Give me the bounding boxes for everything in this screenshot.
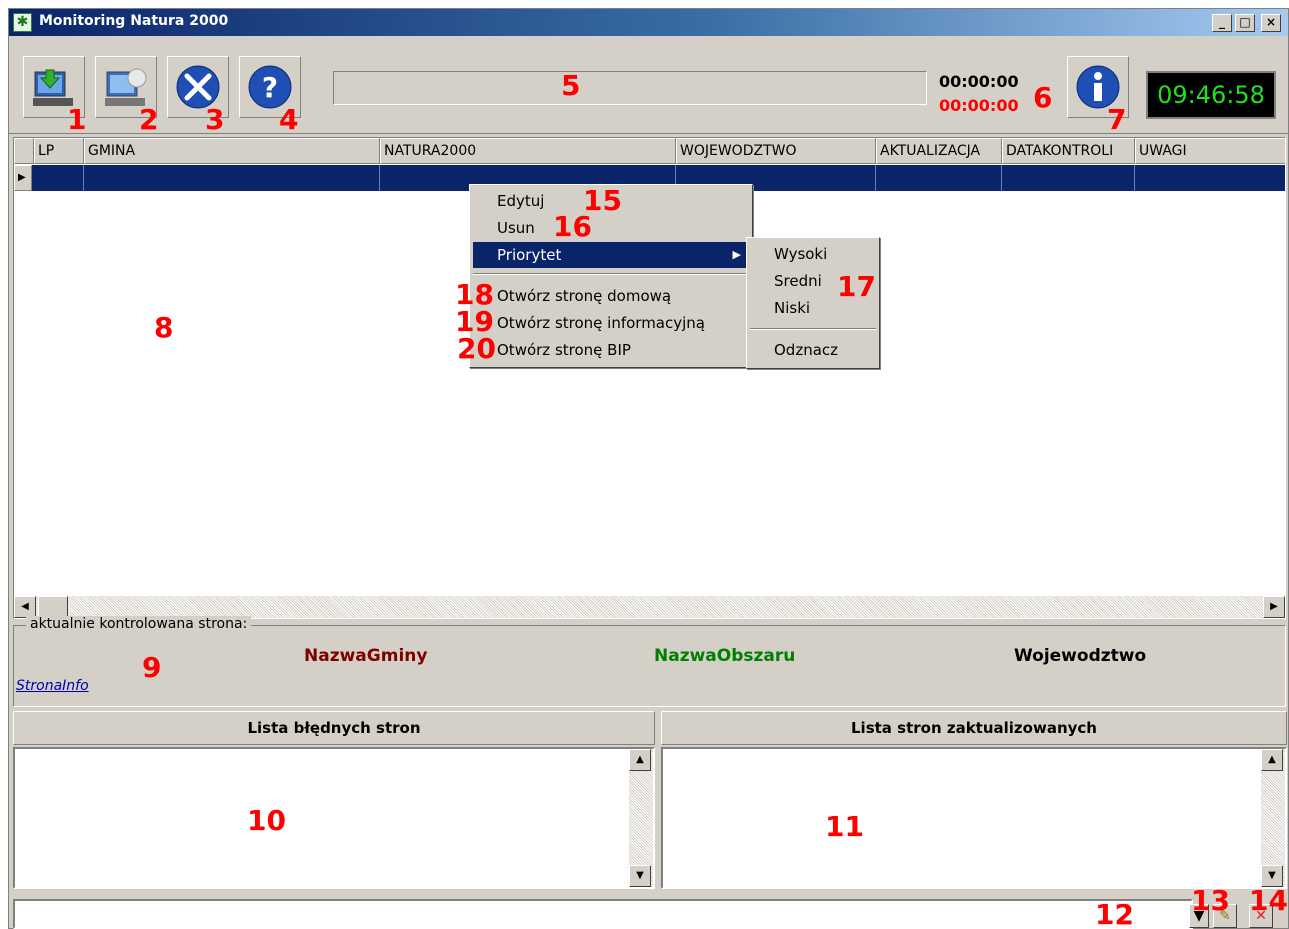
cell-lp[interactable]: [34, 165, 84, 191]
menu-item-open-info-page[interactable]: Otwórz stronę informacyjną: [473, 310, 749, 336]
menu-item-usun[interactable]: Usun: [473, 215, 749, 241]
marker-4: 4: [279, 103, 299, 136]
svg-text:?: ?: [262, 71, 278, 104]
column-header-gmina[interactable]: GMINA: [84, 138, 380, 164]
marker-17: 17: [837, 270, 876, 303]
marker-20: 20: [457, 332, 496, 365]
current-site-legend: aktualnie kontrolowana strona:: [26, 616, 252, 632]
wojewodztwo-name: Wojewodztwo: [1014, 646, 1147, 666]
scroll-right-button[interactable]: ▶: [1263, 596, 1285, 618]
marker-3: 3: [205, 103, 225, 136]
marker-11: 11: [825, 810, 864, 843]
marker-10: 10: [247, 804, 286, 837]
submenu-item-wysoki[interactable]: Wysoki: [750, 241, 876, 267]
status-input[interactable]: [13, 899, 1193, 929]
updated-list-scrollbar[interactable]: ▲ ▼: [1261, 749, 1285, 887]
row-indicator-arrow-icon: ▶: [18, 172, 26, 183]
marker-6: 6: [1033, 81, 1053, 114]
marker-12: 12: [1095, 898, 1134, 929]
status-bar: ▼ ✎ ✕ 12 13 14: [13, 887, 1288, 929]
maximize-button[interactable]: □: [1235, 14, 1255, 32]
timer-remaining: 00:00:00: [939, 96, 1019, 115]
marker-9: 9: [142, 651, 162, 684]
cell-gmina[interactable]: [84, 165, 380, 191]
progress-bar: [333, 71, 927, 105]
cell-uwagi[interactable]: [1135, 165, 1285, 191]
marker-1: 1: [67, 103, 87, 136]
main-window: ✱ Monitoring Natura 2000 _ □ × ? 00:00:0…: [8, 8, 1289, 929]
site-info-link[interactable]: StronaInfo: [16, 678, 89, 694]
scroll-left-button[interactable]: ◀: [14, 596, 36, 618]
errors-scroll-up-button[interactable]: ▲: [629, 749, 651, 771]
column-header-datakontroli[interactable]: DATAKONTROLI: [1002, 138, 1135, 164]
close-button[interactable]: ×: [1261, 14, 1281, 32]
clock-display: 09:46:58: [1146, 71, 1276, 119]
menu-item-priorytet-label: Priorytet: [497, 246, 562, 264]
column-header-lp[interactable]: LP: [34, 138, 84, 164]
menu-item-open-homepage[interactable]: Otwórz stronę domową: [473, 283, 749, 309]
submenu-separator: [750, 328, 876, 330]
submenu-item-odznacz[interactable]: Odznacz: [750, 337, 876, 363]
marker-14: 14: [1249, 884, 1288, 917]
cell-datakontroli[interactable]: [1002, 165, 1135, 191]
errors-list-scrollbar[interactable]: ▲ ▼: [629, 749, 653, 887]
title-bar[interactable]: ✱ Monitoring Natura 2000 _ □ ×: [9, 9, 1288, 36]
marker-5: 5: [561, 69, 581, 102]
column-header-natura2000[interactable]: NATURA2000: [380, 138, 676, 164]
toolbar: ? 00:00:00 00:00:00 09:46:58 1 2 3 4 5 6…: [9, 36, 1288, 134]
errors-list-header: Lista błędnych stron: [13, 711, 655, 745]
marker-8: 8: [154, 311, 174, 344]
obszar-name: NazwaObszaru: [654, 646, 796, 666]
column-header-uwagi[interactable]: UWAGI: [1135, 138, 1285, 164]
marker-13: 13: [1191, 884, 1230, 917]
timer-elapsed: 00:00:00: [939, 72, 1019, 91]
grid-header-indicator: [14, 138, 34, 164]
scroll-thumb[interactable]: [38, 596, 68, 618]
grid-header: LP GMINA NATURA2000 WOJEWODZTWO AKTUALIZ…: [14, 138, 1285, 164]
updated-list[interactable]: ▲ ▼ 11: [661, 747, 1287, 889]
priority-submenu[interactable]: Wysoki Sredni Niski Odznacz: [746, 237, 880, 369]
errors-scroll-down-button[interactable]: ▼: [629, 865, 651, 887]
marker-7: 7: [1107, 103, 1127, 136]
updated-list-header: Lista stron zaktualizowanych: [661, 711, 1287, 745]
menu-item-priorytet[interactable]: Priorytet ▶: [473, 242, 749, 268]
column-header-wojewodztwo[interactable]: WOJEWODZTWO: [676, 138, 876, 164]
marker-16: 16: [553, 210, 592, 243]
horizontal-scrollbar[interactable]: ◀ ▶: [14, 596, 1285, 618]
row-indicator: ▶: [14, 165, 32, 191]
column-header-aktualizacja[interactable]: AKTUALIZACJA: [876, 138, 1002, 164]
menu-separator: [473, 273, 749, 275]
submenu-arrow-icon: ▶: [732, 248, 741, 261]
window-title: Monitoring Natura 2000: [39, 13, 229, 29]
minimize-button[interactable]: _: [1212, 14, 1232, 32]
menu-item-open-bip[interactable]: Otwórz stronę BIP: [473, 337, 749, 363]
marker-2: 2: [139, 103, 159, 136]
gmina-name: NazwaGminy: [304, 646, 428, 666]
updated-scroll-up-button[interactable]: ▲: [1261, 749, 1283, 771]
errors-list[interactable]: ▲ ▼ 10: [13, 747, 655, 889]
current-site-group: aktualnie kontrolowana strona: NazwaGmin…: [13, 616, 1286, 707]
app-icon: ✱: [13, 13, 32, 32]
cell-aktualizacja[interactable]: [876, 165, 1002, 191]
